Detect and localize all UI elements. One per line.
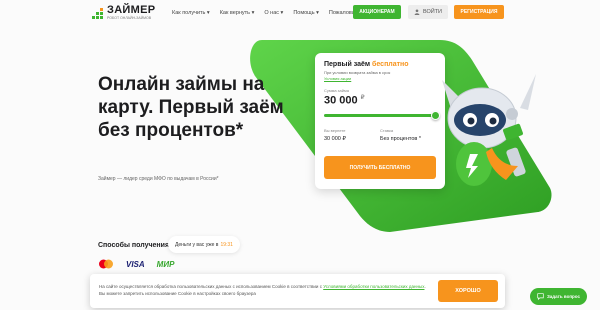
- rate-value: Без процентов *: [380, 135, 421, 142]
- login-label: ВОЙТИ: [422, 9, 443, 15]
- cookie-policy-link[interactable]: Условиями обработки пользовательских дан…: [323, 284, 424, 289]
- logo[interactable]: ЗАЙМЕР робот онлайн-займов: [92, 5, 155, 21]
- amount-slider-handle[interactable]: [431, 110, 440, 120]
- hero-title: Онлайн займы на карту. Первый заём без п…: [98, 74, 284, 141]
- login-button[interactable]: ВОЙТИ: [408, 5, 448, 19]
- mir-logo: МИР: [156, 259, 175, 269]
- register-button[interactable]: РЕГИСТРАЦИЯ: [454, 5, 504, 19]
- calculator-title: Первый заём бесплатно: [324, 61, 409, 68]
- conditions-link[interactable]: Условия акции: [324, 76, 436, 81]
- user-icon: [414, 9, 420, 15]
- ask-question-label: Задать вопрос: [546, 294, 581, 299]
- main-nav: Как получить ▾ Как вернуть ▾ О нас ▾ Пом…: [172, 10, 366, 16]
- cookie-accept-button[interactable]: ХОРОШО: [438, 280, 498, 302]
- chat-icon: [537, 293, 544, 300]
- repay-value: 30 000 ₽: [324, 135, 346, 142]
- amount-value: 30 000 ₽: [324, 94, 365, 107]
- nav-item-help[interactable]: Помощь ▾: [293, 10, 319, 16]
- cookie-text: На сайте осуществляется обработка пользо…: [99, 284, 426, 296]
- shareholders-button[interactable]: АКЦИОНЕРАМ: [353, 5, 401, 19]
- site-header: ЗАЙМЕР робот онлайн-займов Как получить …: [0, 0, 600, 26]
- money-time-badge: Деньги у вас уже в 19:31: [168, 236, 240, 253]
- logo-name: ЗАЙМЕР: [107, 4, 156, 16]
- ask-question-button[interactable]: Задать вопрос: [530, 288, 587, 305]
- ways-title: Способы получения: [98, 242, 170, 249]
- hero-subtitle: Займер — лидер среди МФО по выдачам в Ро…: [98, 176, 219, 182]
- get-loan-button[interactable]: ПОЛУЧИТЬ БЕСПЛАТНО: [324, 156, 436, 179]
- repay-label: Вы вернете: [324, 127, 346, 133]
- visa-logo: VISA: [126, 259, 145, 269]
- mastercard-icon: [99, 259, 113, 269]
- robot-mascot-image: [442, 74, 536, 186]
- nav-item-about[interactable]: О нас ▾: [264, 10, 283, 16]
- payment-logos: VISA МИР: [98, 259, 174, 269]
- amount-label: Сумма займа: [324, 88, 349, 93]
- rate-label: Ставка: [380, 127, 394, 133]
- nav-item-how-to-get[interactable]: Как получить ▾: [172, 10, 210, 16]
- calculator-condition: При условии возврата займа в срок: [324, 70, 391, 75]
- loan-calculator: Первый заём бесплатно При условии возвра…: [315, 53, 445, 189]
- logo-icon: [92, 7, 103, 19]
- logo-tagline: робот онлайн-займов: [107, 16, 152, 20]
- amount-slider[interactable]: [324, 110, 440, 120]
- nav-item-how-to-return[interactable]: Как вернуть ▾: [220, 10, 255, 16]
- cookie-banner: На сайте осуществляется обработка пользо…: [90, 274, 505, 308]
